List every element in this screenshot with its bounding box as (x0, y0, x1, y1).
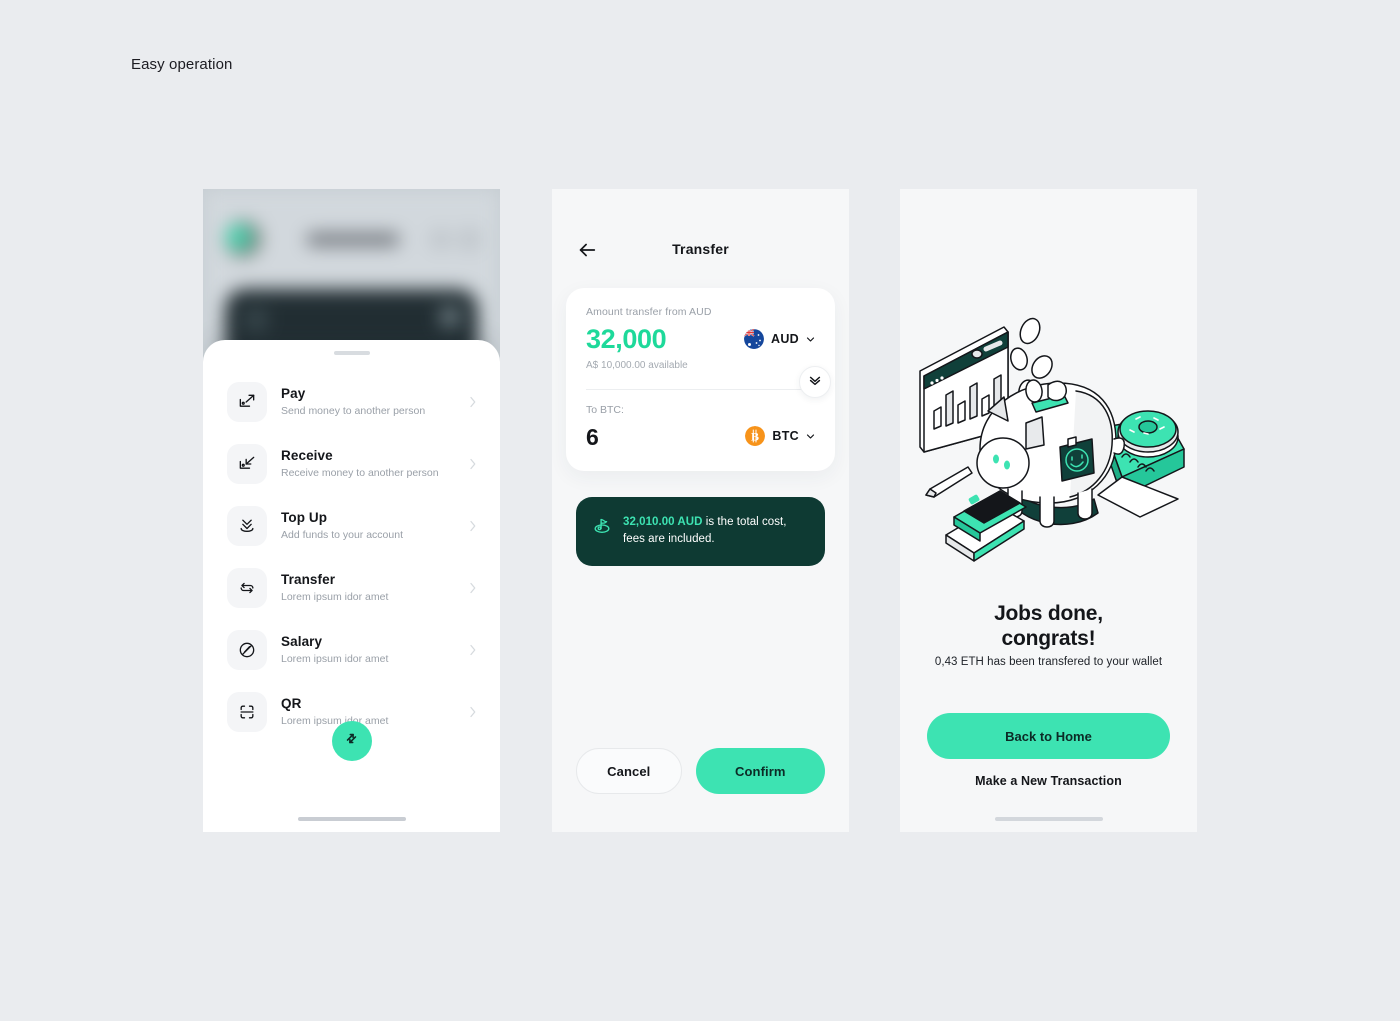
chevron-right-icon (468, 395, 478, 409)
pay-icon (227, 382, 267, 422)
chevron-right-icon (468, 581, 478, 595)
confirm-button[interactable]: Confirm (695, 748, 825, 794)
arrow-left-icon (576, 243, 598, 265)
success-title: Jobs done, congrats! (924, 601, 1173, 651)
transfer-navbar: Transfer (552, 237, 849, 263)
chevron-right-icon (468, 643, 478, 657)
operation-text: Receive Receive money to another person (267, 448, 468, 480)
receive-icon (227, 444, 267, 484)
swap-currency-button[interactable] (799, 366, 831, 398)
operation-row-receive[interactable]: Receive Receive money to another person (203, 433, 500, 495)
operation-title: Receive (281, 448, 333, 463)
transfer-arrows-icon (342, 729, 361, 753)
operation-subtitle: Lorem ipsum idor amet (281, 715, 389, 727)
amount-from-row: 32,000 AUD (586, 323, 815, 355)
flag-green-icon (592, 515, 612, 535)
aud-flag-icon (744, 329, 765, 349)
transfer-fab-button[interactable] (331, 721, 372, 761)
success-title-line1: Jobs done, (994, 602, 1103, 625)
welcome-text-blurred (307, 233, 399, 246)
operation-title: QR (281, 696, 302, 711)
back-to-home-button[interactable]: Back to Home (927, 713, 1170, 759)
operation-subtitle: Receive money to another person (281, 467, 439, 479)
operation-row-top-up[interactable]: Top Up Add funds to your account (203, 495, 500, 557)
transfer-amount-card: Amount transfer from AUD 32,000 AUD A$ 1… (566, 288, 835, 471)
phone-screen-success: Jobs done, congrats! 0,43 ETH has been t… (900, 189, 1197, 832)
operation-row-pay[interactable]: Pay Send money to another person (203, 371, 500, 433)
operation-text: Pay Send money to another person (267, 386, 468, 418)
operation-subtitle: Send money to another person (281, 405, 426, 417)
operation-text: Transfer Lorem ipsum idor amet (267, 572, 468, 604)
search-icon (432, 231, 449, 248)
transfer-icon (227, 568, 267, 608)
profile-icon (461, 231, 478, 248)
operation-text: Top Up Add funds to your account (267, 510, 468, 542)
home-indicator (994, 817, 1103, 821)
operation-title: Pay (281, 386, 306, 401)
bitcoin-icon: B (745, 426, 766, 446)
page-title: Easy operation (131, 56, 233, 73)
amount-to-label: To BTC: (586, 404, 624, 416)
operation-title: Transfer (281, 572, 336, 587)
notice-highlight: 32,010.00 AUD (623, 516, 703, 528)
amount-from-label: Amount transfer from AUD (586, 306, 712, 318)
phone-screen-home: Pay Send money to another person Receive Re… (203, 189, 500, 832)
qr-icon (227, 692, 267, 732)
operations-list: Pay Send money to another person Receive Re… (203, 371, 500, 743)
success-title-line2: congrats! (1001, 627, 1096, 650)
notice-text: 32,010.00 AUD is the total cost, fees ar… (623, 514, 807, 548)
operation-row-transfer[interactable]: Transfer Lorem ipsum idor amet (203, 557, 500, 619)
chevron-right-icon (468, 457, 478, 471)
operation-text: Salary Lorem ipsum idor amet (267, 634, 468, 666)
operation-subtitle: Lorem ipsum idor amet (281, 591, 389, 603)
chevron-down-icon (806, 432, 815, 441)
sheet-drag-handle[interactable] (333, 351, 370, 355)
card-chip-icon (440, 307, 460, 327)
card-logo-icon (243, 307, 269, 333)
chevron-down-icon (806, 335, 815, 344)
avatar (225, 221, 261, 257)
make-new-transaction-link[interactable]: Make a New Transaction (924, 774, 1173, 788)
operations-sheet: Pay Send money to another person Receive Re… (203, 340, 500, 832)
operation-subtitle: Add funds to your account (281, 529, 403, 541)
svg-text:B: B (751, 430, 759, 444)
topup-icon (227, 506, 267, 546)
success-subtitle: 0,43 ETH has been transfered to your wal… (934, 656, 1163, 668)
piggy-bank-illustration (908, 299, 1189, 569)
operation-title: Salary (281, 634, 323, 649)
divider (586, 389, 815, 390)
chevron-right-icon (468, 519, 478, 533)
chevron-right-icon (468, 705, 478, 719)
operation-title: Top Up (281, 510, 328, 525)
double-chevron-down-icon (808, 373, 822, 392)
currency-selector-to[interactable]: B BTC (745, 426, 815, 446)
phone-screen-transfer: Transfer Amount transfer from AUD 32,000 (552, 189, 849, 832)
salary-icon (227, 630, 267, 670)
total-cost-notice: 32,010.00 AUD is the total cost, fees ar… (576, 497, 825, 566)
cancel-button[interactable]: Cancel (576, 748, 682, 794)
transfer-actions: Cancel Confirm (576, 748, 825, 794)
operation-text: QR Lorem ipsum idor amet (267, 696, 468, 728)
operation-subtitle: Lorem ipsum idor amet (281, 653, 389, 665)
currency-selector-from[interactable]: AUD (744, 329, 815, 349)
amount-to-row: 6 B BTC (586, 421, 815, 451)
available-balance: A$ 10,000.00 available (586, 360, 688, 371)
operation-row-salary[interactable]: Salary Lorem ipsum idor amet (203, 619, 500, 681)
currency-code-from: AUD (771, 332, 799, 346)
amount-to-value[interactable]: 6 (586, 423, 599, 451)
amount-from-input[interactable]: 32,000 (586, 323, 667, 355)
currency-code-to: BTC (772, 429, 799, 443)
home-indicator (297, 817, 406, 821)
back-button[interactable] (576, 239, 598, 261)
